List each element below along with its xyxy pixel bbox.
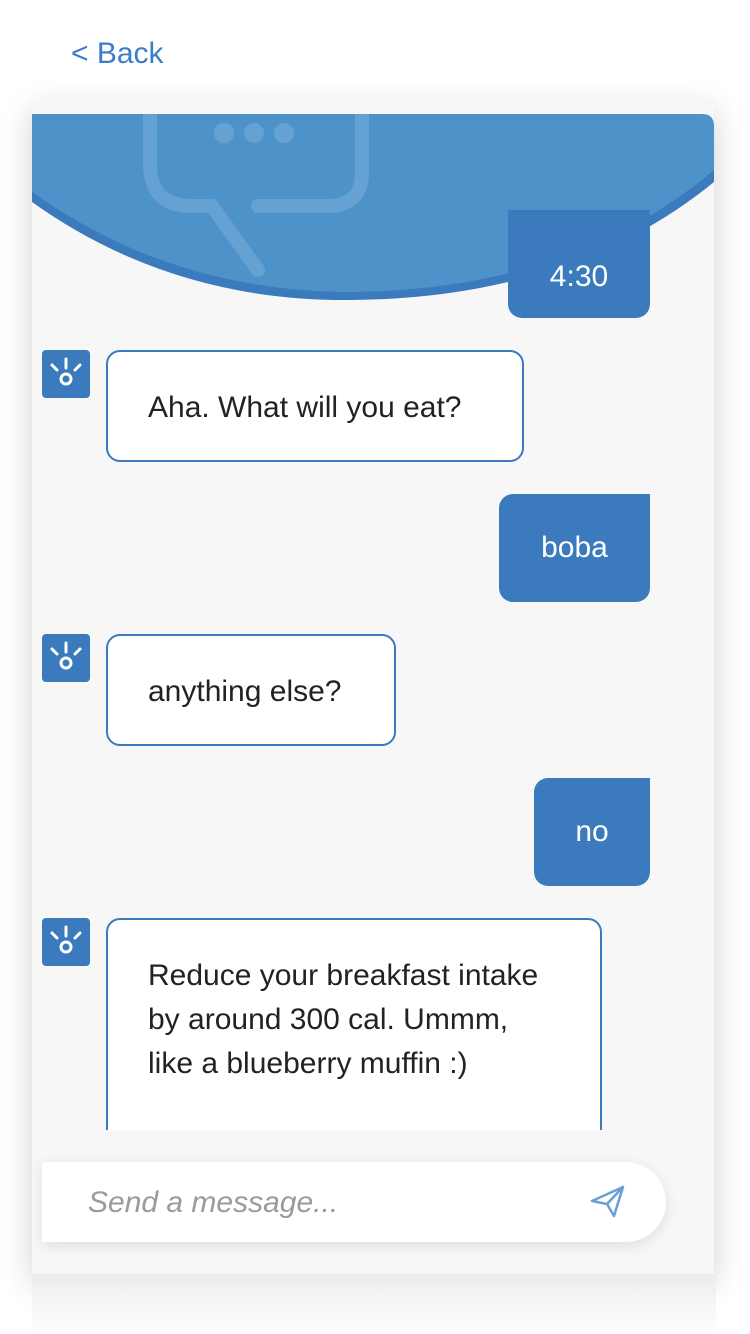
message-composer	[42, 1162, 666, 1244]
chat-window: 4:30 Aha. What will you eat? boba anythi…	[32, 100, 714, 1274]
message-text: Reduce your breakfast intake by around 3…	[148, 959, 539, 1080]
message-input[interactable]	[86, 1162, 570, 1244]
card-shadow	[32, 1274, 716, 1334]
message-clip: Reduce your breakfast intake by around 3…	[32, 100, 714, 1130]
send-button[interactable]	[588, 1182, 628, 1222]
back-link[interactable]: < Back	[71, 34, 164, 74]
bot-message: Reduce your breakfast intake by around 3…	[106, 918, 602, 1130]
paper-plane-icon	[590, 1185, 625, 1218]
